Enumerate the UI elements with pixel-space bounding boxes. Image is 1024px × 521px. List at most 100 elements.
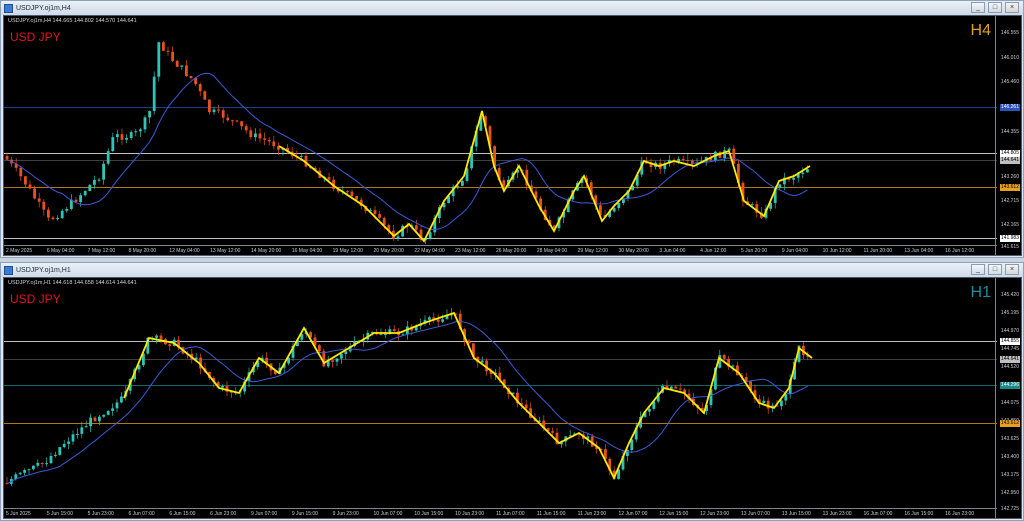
time-tick-label: 12 Jun 15:00 — [659, 511, 689, 517]
candle-body — [263, 138, 266, 140]
close-button[interactable]: × — [1005, 264, 1019, 275]
time-tick-label: 16 May 04:00 — [291, 248, 323, 254]
candle-body — [79, 195, 82, 203]
price-scale[interactable]: 146.555146.010145.460144.905144.355143.8… — [995, 16, 1021, 255]
time-tick-label: 29 May 12:00 — [577, 248, 608, 254]
candle-body — [189, 76, 193, 78]
minimize-button[interactable]: _ — [971, 264, 985, 275]
time-tick-label: 9 Jun 23:00 — [332, 511, 359, 517]
candle-body — [355, 196, 358, 200]
candle-body — [28, 184, 32, 189]
candle-body — [428, 317, 431, 320]
candle-body — [45, 463, 48, 465]
candle-body — [392, 329, 396, 332]
candle-body — [379, 334, 383, 336]
candle-body — [93, 417, 97, 422]
candle-body — [56, 218, 59, 220]
moving-average-line — [6, 72, 808, 231]
candle-body — [93, 179, 96, 185]
candle-body — [648, 408, 651, 412]
time-scale[interactable]: 5 Jun 2025 5 Jun 15:00 5 Jun 23:00 6 Jun 07… — [4, 508, 997, 518]
maximize-button[interactable]: □ — [988, 264, 1002, 275]
candle-body — [350, 191, 354, 197]
price-chart-h4[interactable]: USDJPY.oj1m,H4 144.665 144.802 144.570 1… — [3, 15, 1022, 256]
candle-body — [33, 188, 36, 199]
timeframe-label: H4 — [970, 22, 991, 39]
chart-window-h1[interactable]: USDJPY.oj1m,H1 _ □ × USDJPY.oj1m,H1 144.… — [0, 262, 1024, 521]
time-tick-label: 13 Jun 23:00 — [822, 511, 852, 517]
candle-body — [36, 462, 40, 466]
candle-body — [249, 130, 253, 138]
chart-window-h4[interactable]: USDJPY.oj1m,H4 _ □ × USDJPY.oj1m,H4 144.… — [0, 0, 1024, 258]
price-tick-label: 143.400 — [1000, 454, 1019, 460]
time-tick-label: 5 Jun 23:00 — [87, 511, 114, 517]
candle-body — [152, 76, 156, 112]
time-scale[interactable]: 2 May 2025 6 May 04:00 7 May 12:00 8 May 20… — [4, 245, 997, 255]
price-tick-label: 144.745 — [1000, 346, 1019, 352]
candle-body — [27, 469, 31, 471]
price-tick-label: 145.460 — [1000, 79, 1019, 85]
window-titlebar[interactable]: USDJPY.oj1m,H1 _ □ × — [1, 263, 1023, 277]
candle-body — [49, 456, 53, 464]
minimize-button[interactable]: _ — [971, 2, 985, 13]
candle-body — [762, 400, 766, 403]
time-tick-label: 6 Jun 23:00 — [210, 511, 237, 517]
price-tick-label: 146.010 — [1000, 55, 1019, 61]
candle-body — [722, 355, 726, 359]
candle-body — [382, 217, 386, 225]
timeframe-label: H1 — [970, 284, 991, 301]
price-chart-h1[interactable]: USDJPY.oj1m,H1 144.618 144.658 144.614 1… — [3, 277, 1022, 519]
price-tick-label: 145.195 — [1000, 310, 1019, 316]
candlestick-plot[interactable] — [4, 16, 997, 246]
symbol-label: USD JPY — [10, 30, 61, 44]
time-tick-label: 9 Jun 07:00 — [251, 511, 278, 517]
candle-body — [502, 180, 506, 187]
candle-body — [318, 345, 321, 352]
price-tick-label: 144.075 — [1000, 400, 1019, 406]
candle-body — [80, 427, 84, 434]
candle-body — [125, 137, 128, 140]
candle-body — [331, 360, 334, 362]
candle-body — [806, 169, 809, 173]
time-tick-label: 11 Jun 23:00 — [577, 511, 607, 517]
price-level-tag: 143.612 — [999, 184, 1020, 191]
price-scale[interactable]: 145.420145.195144.970144.745144.520144.3… — [995, 278, 1021, 518]
candle-body — [784, 394, 788, 401]
price-tick-label: 142.950 — [1000, 490, 1019, 496]
candle-body — [612, 208, 616, 212]
candle-body — [203, 91, 207, 100]
window-title: USDJPY.oj1m,H4 — [16, 4, 71, 12]
candle-body — [65, 208, 69, 211]
window-titlebar[interactable]: USDJPY.oj1m,H4 _ □ × — [1, 1, 1023, 15]
price-level-tag: 144.855 — [999, 338, 1020, 345]
maximize-button[interactable]: □ — [988, 2, 1002, 13]
candle-body — [111, 408, 114, 411]
time-tick-label: 13 Jun 04:00 — [904, 248, 934, 254]
candle-body — [51, 217, 55, 220]
candlestick-plot[interactable] — [4, 278, 997, 509]
close-button[interactable]: × — [1005, 2, 1019, 13]
time-tick-label: 22 May 04:00 — [414, 248, 445, 254]
time-tick-label: 9 Jun 15:00 — [291, 511, 318, 517]
candle-body — [37, 198, 41, 202]
time-tick-label: 10 Jun 23:00 — [455, 511, 485, 517]
time-tick-label: 4 Jun 12:00 — [700, 248, 727, 254]
candle-body — [157, 42, 161, 77]
candle-body — [60, 210, 64, 219]
candle-body — [226, 117, 230, 121]
candle-body — [221, 386, 224, 388]
price-tick-label: 142.715 — [1000, 198, 1019, 204]
candle-body — [198, 84, 202, 92]
candle-body — [106, 410, 110, 415]
candle-body — [83, 191, 87, 196]
candle-body — [801, 172, 805, 174]
candle-body — [62, 443, 66, 448]
time-tick-label: 5 Jun 15:00 — [46, 511, 73, 517]
price-level-tag: 144.805 — [999, 150, 1020, 157]
candle-body — [5, 156, 9, 160]
candle-body — [240, 121, 243, 127]
candle-body — [129, 132, 133, 138]
candle-body — [116, 134, 119, 138]
time-tick-label: 12 Jun 07:00 — [618, 511, 648, 517]
candle-body — [340, 353, 343, 359]
